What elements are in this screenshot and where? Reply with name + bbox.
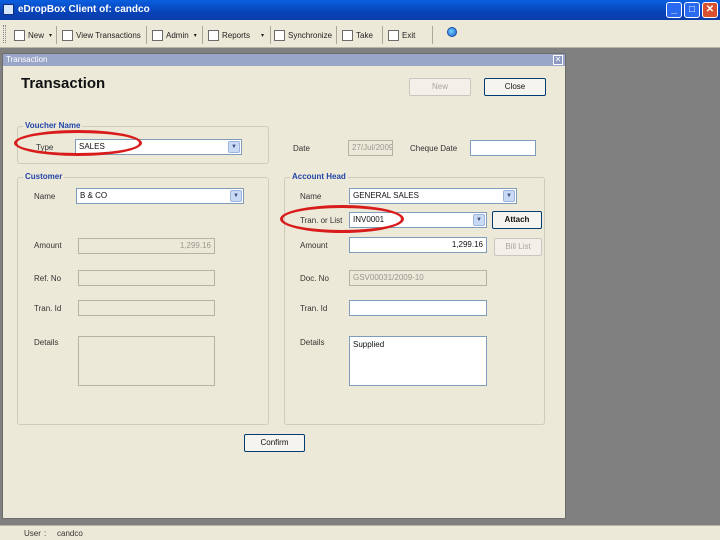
chevron-down-icon[interactable]: ▼ <box>228 141 240 153</box>
ref-no-field <box>78 270 215 286</box>
cheque-date-field[interactable] <box>470 140 536 156</box>
customer-name-label: Name <box>34 192 56 201</box>
toolbar-view-transactions-label: View Transactions <box>76 30 141 40</box>
synchronize-icon <box>274 29 285 41</box>
toolbar-exit-button[interactable]: Exit <box>388 28 415 42</box>
close-button[interactable]: ✕ <box>702 2 718 18</box>
account-tran-id-label: Tran. Id <box>300 304 328 313</box>
doc-no-field: GSV00031/2009-10 <box>349 270 487 286</box>
account-name-value: GENERAL SALES <box>353 191 419 200</box>
ref-no-label: Ref. No <box>34 274 62 283</box>
toolbar-synchronize-label: Synchronize <box>288 30 333 40</box>
toolbar-separator <box>382 26 383 44</box>
app-title: eDropBox Client of: candco <box>18 4 150 15</box>
toolbar-take-label: Take <box>356 30 373 40</box>
voucher-group-title: Voucher Name <box>23 121 83 130</box>
app-title-bar: eDropBox Client of: candco _ □ ✕ <box>0 0 720 20</box>
cheque-date-label: Cheque Date <box>410 144 458 153</box>
date-field: 27/Jul/2009 <box>348 140 393 156</box>
toolbar-separator <box>432 26 433 44</box>
take-icon <box>342 29 353 41</box>
customer-group-title: Customer <box>23 172 65 181</box>
customer-name-select[interactable]: B & CO ▼ <box>76 188 244 204</box>
toolbar-exit-label: Exit <box>402 30 416 40</box>
toolbar-reports-button[interactable]: Reports ▾ <box>208 28 264 42</box>
date-label: Date <box>293 144 310 153</box>
toolbar-new-label: New <box>28 30 45 40</box>
status-bar: User : candco <box>0 525 720 540</box>
page-title: Transaction <box>21 75 106 92</box>
chevron-down-icon[interactable]: ▼ <box>230 190 242 202</box>
minimize-button[interactable]: _ <box>666 2 682 18</box>
customer-details-label: Details <box>34 338 59 347</box>
chevron-down-icon[interactable]: ▼ <box>473 214 485 226</box>
exit-door-icon <box>388 29 399 41</box>
customer-tran-id-field <box>78 300 215 316</box>
new-document-icon <box>14 29 25 41</box>
close-icon[interactable]: ✕ <box>553 55 563 65</box>
account-name-label: Name <box>300 192 322 201</box>
account-tran-id-field[interactable] <box>349 300 487 316</box>
toolbar-admin-label: Admin <box>166 30 189 40</box>
toolbar-view-transactions-button[interactable]: View Transactions <box>62 28 141 42</box>
toolbar-separator <box>146 26 147 44</box>
toolbar-new-button[interactable]: New ▾ <box>14 28 52 42</box>
status-separator: : <box>44 529 47 538</box>
bill-list-button[interactable]: Bill List <box>494 238 542 256</box>
account-name-select[interactable]: GENERAL SALES ▼ <box>349 188 517 204</box>
chevron-down-icon: ▾ <box>49 32 53 39</box>
close-form-button[interactable]: Close <box>484 78 546 96</box>
chevron-down-icon: ▾ <box>261 32 265 39</box>
view-list-icon <box>62 29 73 41</box>
customer-amount-field: 1,299.16 <box>78 238 215 254</box>
account-head-group-title: Account Head <box>290 172 348 181</box>
attach-button[interactable]: Attach <box>492 211 542 229</box>
account-details-label: Details <box>300 338 325 347</box>
admin-gear-icon <box>152 29 163 41</box>
status-user-value: candco <box>57 529 83 538</box>
new-button[interactable]: New <box>409 78 471 96</box>
status-user-label: User <box>24 529 41 538</box>
annotation-oval-type <box>14 130 142 156</box>
customer-amount-label: Amount <box>34 241 62 250</box>
account-amount-field[interactable]: 1,299.16 <box>349 237 487 253</box>
toolbar-reports-label: Reports <box>222 30 251 40</box>
transaction-window-title: Transaction <box>3 54 565 66</box>
globe-icon[interactable] <box>447 27 457 37</box>
toolbar-grip[interactable] <box>3 25 6 43</box>
toolbar-separator <box>270 26 271 44</box>
customer-details-textarea <box>78 336 215 386</box>
chevron-down-icon: ▾ <box>193 32 197 39</box>
maximize-button[interactable]: □ <box>684 2 700 18</box>
toolbar-separator <box>336 26 337 44</box>
annotation-oval-tran-list <box>280 205 404 233</box>
chevron-down-icon[interactable]: ▼ <box>503 190 515 202</box>
account-amount-label: Amount <box>300 241 328 250</box>
doc-no-label: Doc. No <box>300 274 329 283</box>
confirm-button[interactable]: Confirm <box>244 434 305 452</box>
app-icon <box>3 4 14 15</box>
toolbar-separator <box>202 26 203 44</box>
reports-icon <box>208 29 219 41</box>
main-toolbar: New ▾ View Transactions Admin ▾ Reports … <box>0 20 720 48</box>
toolbar-synchronize-button[interactable]: Synchronize <box>274 28 332 42</box>
toolbar-take-button[interactable]: Take <box>342 28 373 42</box>
customer-name-value: B & CO <box>80 191 108 200</box>
toolbar-admin-button[interactable]: Admin ▾ <box>152 28 197 42</box>
toolbar-separator <box>56 26 57 44</box>
customer-tran-id-label: Tran. Id <box>34 304 62 313</box>
account-details-textarea[interactable]: Supplied <box>349 336 487 386</box>
